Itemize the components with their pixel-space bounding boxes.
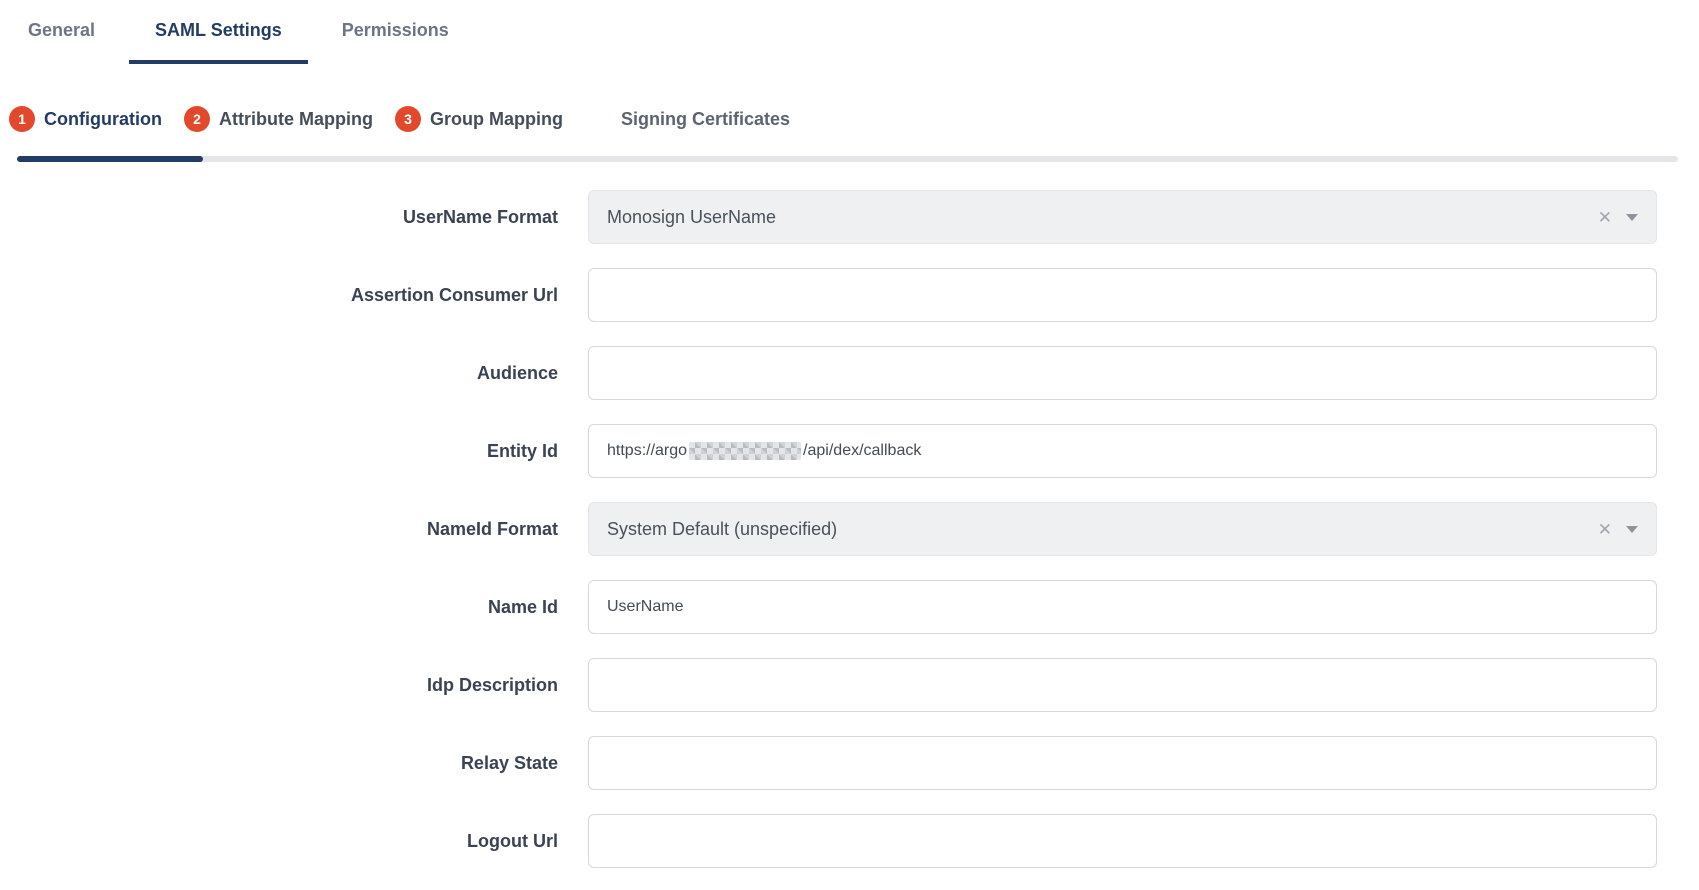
tab-general[interactable]: General (2, 0, 121, 64)
clear-icon[interactable]: ✕ (1598, 209, 1612, 226)
logout-url-input[interactable] (588, 814, 1657, 868)
idp-description-input[interactable] (588, 658, 1657, 712)
nameid-format-select[interactable]: System Default (unspecified) ✕ (588, 502, 1657, 556)
field-label: Name Id (0, 597, 588, 618)
relay-state-input[interactable] (588, 736, 1657, 790)
form-row: Assertion Consumer Url (0, 268, 1699, 322)
username-format-select[interactable]: Monosign UserName ✕ (588, 190, 1657, 244)
wizard-steps: 1 Configuration 2 Attribute Mapping 3 Gr… (0, 104, 1699, 134)
form-row: Logout Url (0, 814, 1699, 868)
field-label: Audience (0, 363, 588, 384)
entity-id-prefix: https://argo (607, 442, 687, 460)
entity-id-input[interactable]: https://argo /api/dex/callback (588, 424, 1657, 478)
step-label: Signing Certificates (621, 109, 790, 130)
clear-icon[interactable]: ✕ (1598, 521, 1612, 538)
field-label: Logout Url (0, 831, 588, 852)
form-row: Audience (0, 346, 1699, 400)
name-id-input[interactable] (588, 580, 1657, 634)
step-signing-certificates[interactable]: Signing Certificates (621, 109, 790, 130)
step-configuration[interactable]: 1 Configuration (9, 106, 162, 132)
field-label: UserName Format (0, 207, 588, 228)
field-label: Assertion Consumer Url (0, 285, 588, 306)
field-label: Idp Description (0, 675, 588, 696)
assertion-consumer-url-input[interactable] (588, 268, 1657, 322)
redacted-text-block (689, 442, 801, 460)
field-label: NameId Format (0, 519, 588, 540)
step-number-badge: 3 (395, 106, 421, 132)
form-row: UserName Format Monosign UserName ✕ (0, 190, 1699, 244)
tab-saml-settings[interactable]: SAML Settings (129, 0, 308, 64)
tab-permissions[interactable]: Permissions (316, 0, 475, 64)
step-label: Group Mapping (430, 109, 563, 130)
step-progress-fill (17, 156, 203, 162)
select-value: Monosign UserName (607, 207, 1598, 228)
entity-id-suffix: /api/dex/callback (803, 442, 921, 460)
step-attribute-mapping[interactable]: 2 Attribute Mapping (184, 106, 373, 132)
form-row: Idp Description (0, 658, 1699, 712)
form-row: Name Id (0, 580, 1699, 634)
saml-configuration-form: UserName Format Monosign UserName ✕ Asse… (0, 190, 1699, 890)
form-row: Relay State (0, 736, 1699, 790)
chevron-down-icon[interactable] (1626, 214, 1638, 221)
form-row: Entity Id https://argo /api/dex/callback (0, 424, 1699, 478)
step-label: Configuration (44, 109, 162, 130)
field-label: Entity Id (0, 441, 588, 462)
audience-input[interactable] (588, 346, 1657, 400)
step-number-badge: 1 (9, 106, 35, 132)
chevron-down-icon[interactable] (1626, 526, 1638, 533)
step-group-mapping[interactable]: 3 Group Mapping (395, 106, 563, 132)
top-tab-bar: General SAML Settings Permissions (0, 0, 1699, 64)
select-value: System Default (unspecified) (607, 519, 1598, 540)
step-progress-track (17, 156, 1678, 162)
step-number-badge: 2 (184, 106, 210, 132)
step-label: Attribute Mapping (219, 109, 373, 130)
field-label: Relay State (0, 753, 588, 774)
form-row: NameId Format System Default (unspecifie… (0, 502, 1699, 556)
